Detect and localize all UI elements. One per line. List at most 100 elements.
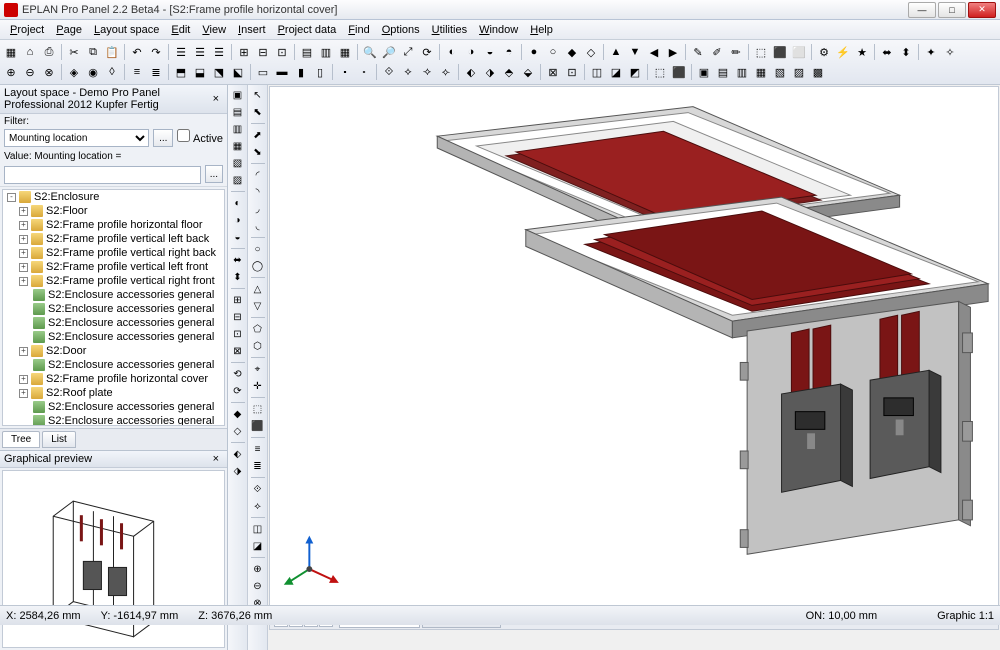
- toolbar-button[interactable]: ⤢: [399, 43, 417, 61]
- expand-icon[interactable]: +: [19, 263, 28, 272]
- vtool-button[interactable]: ⟳: [230, 383, 246, 399]
- menu-project-data[interactable]: Project data: [272, 22, 343, 38]
- vtool-button[interactable]: ◒: [230, 229, 246, 245]
- toolbar-button[interactable]: ⬓: [191, 63, 209, 81]
- toolbar-button[interactable]: ⬗: [481, 63, 499, 81]
- toolbar-button[interactable]: ▯: [311, 63, 329, 81]
- toolbar-button[interactable]: ⊞: [235, 43, 253, 61]
- 3d-viewport[interactable]: « ‹ › » S2:Frame pr... +EB3+EBM/6: [269, 86, 999, 630]
- value-input[interactable]: [4, 166, 201, 184]
- vtool-button[interactable]: ⬊: [250, 144, 266, 160]
- toolbar-button[interactable]: ⬖: [462, 63, 480, 81]
- toolbar-button[interactable]: ⚙: [815, 43, 833, 61]
- filter-active-checkbox[interactable]: Active: [177, 129, 223, 145]
- vtool-button[interactable]: ⌖: [250, 361, 266, 377]
- expand-icon[interactable]: +: [19, 235, 28, 244]
- vtool-button[interactable]: ▣: [230, 87, 246, 103]
- toolbar-button[interactable]: ≡: [128, 63, 146, 81]
- value-dots-button[interactable]: ...: [205, 165, 223, 183]
- tree-item[interactable]: +S2:Frame profile vertical left back: [19, 232, 224, 246]
- toolbar-button[interactable]: ⬍: [897, 43, 915, 61]
- toolbar-button[interactable]: ★: [853, 43, 871, 61]
- menu-find[interactable]: Find: [342, 22, 375, 38]
- toolbar-button[interactable]: ⟢: [418, 63, 436, 81]
- tree-item[interactable]: S2:Enclosure accessories general: [19, 414, 224, 426]
- toolbar-button[interactable]: ▦: [752, 63, 770, 81]
- vtool-button[interactable]: ⬈: [250, 127, 266, 143]
- toolbar-button[interactable]: ●: [525, 43, 543, 61]
- tree-item[interactable]: S2:Enclosure accessories general: [19, 330, 224, 344]
- vtool-button[interactable]: ▨: [230, 172, 246, 188]
- toolbar-button[interactable]: ✧: [941, 43, 959, 61]
- vtool-button[interactable]: ◆: [230, 406, 246, 422]
- toolbar-button[interactable]: ⬌: [878, 43, 896, 61]
- tree-item[interactable]: +S2:Frame profile vertical left front: [19, 260, 224, 274]
- vtool-button[interactable]: ⟲: [230, 366, 246, 382]
- vtool-button[interactable]: ⟡: [250, 498, 266, 514]
- toolbar-button[interactable]: ▬: [273, 63, 291, 81]
- toolbar-button[interactable]: ⊡: [273, 43, 291, 61]
- toolbar-button[interactable]: ☰: [191, 43, 209, 61]
- toolbar-button[interactable]: ⟣: [437, 63, 455, 81]
- toolbar-button[interactable]: ⟳: [418, 43, 436, 61]
- toolbar-button[interactable]: ⊠: [544, 63, 562, 81]
- vtool-button[interactable]: ◇: [230, 423, 246, 439]
- toolbar-button[interactable]: ⬛: [771, 43, 789, 61]
- menu-help[interactable]: Help: [524, 22, 559, 38]
- expand-icon[interactable]: -: [7, 193, 16, 202]
- tree-item[interactable]: S2:Enclosure accessories general: [19, 288, 224, 302]
- expand-icon[interactable]: +: [19, 207, 28, 216]
- tree-item[interactable]: +S2:Floor: [19, 204, 224, 218]
- toolbar-button[interactable]: ◓: [500, 43, 518, 61]
- toolbar-button[interactable]: ▤: [298, 43, 316, 61]
- toolbar-button[interactable]: ▨: [790, 63, 808, 81]
- toolbar-button[interactable]: ◀: [645, 43, 663, 61]
- toolbar-button[interactable]: ▥: [317, 43, 335, 61]
- toolbar-button[interactable]: ☰: [172, 43, 190, 61]
- vtool-button[interactable]: ⬌: [230, 252, 246, 268]
- toolbar-button[interactable]: ⬒: [172, 63, 190, 81]
- preview-close-icon[interactable]: ×: [209, 453, 223, 465]
- toolbar-button[interactable]: ▣: [695, 63, 713, 81]
- toolbar-button[interactable]: ⌂: [21, 43, 39, 61]
- vtool-button[interactable]: ▤: [230, 104, 246, 120]
- vtool-button[interactable]: ◫: [250, 521, 266, 537]
- toolbar-button[interactable]: ◊: [103, 63, 121, 81]
- toolbar-button[interactable]: 📋: [103, 43, 121, 61]
- filter-select[interactable]: Mounting location: [4, 129, 149, 147]
- toolbar-button[interactable]: ⧉: [84, 43, 102, 61]
- menu-insert[interactable]: Insert: [232, 22, 272, 38]
- toolbar-button[interactable]: ▧: [771, 63, 789, 81]
- toolbar-button[interactable]: ⬘: [500, 63, 518, 81]
- vtool-button[interactable]: ⟐: [250, 481, 266, 497]
- vtool-button[interactable]: ▦: [230, 138, 246, 154]
- toolbar-button[interactable]: ◪: [607, 63, 625, 81]
- tree-item[interactable]: +S2:Roof plate: [19, 386, 224, 400]
- vtool-button[interactable]: ◐: [230, 195, 246, 211]
- vtool-button[interactable]: ⊞: [230, 292, 246, 308]
- toolbar-button[interactable]: ⬚: [651, 63, 669, 81]
- toolbar-button[interactable]: ✐: [708, 43, 726, 61]
- toolbar-button[interactable]: ◑: [462, 43, 480, 61]
- expand-icon[interactable]: +: [19, 347, 28, 356]
- menu-options[interactable]: Options: [376, 22, 426, 38]
- expand-icon[interactable]: +: [19, 375, 28, 384]
- toolbar-button[interactable]: ✎: [689, 43, 707, 61]
- toolbar-button[interactable]: ▦: [336, 43, 354, 61]
- vtool-button[interactable]: ⊟: [230, 309, 246, 325]
- vtool-button[interactable]: ◑: [230, 212, 246, 228]
- vtool-button[interactable]: ≣: [250, 458, 266, 474]
- vtool-button[interactable]: ⊖: [250, 578, 266, 594]
- vtool-button[interactable]: ⊕: [250, 561, 266, 577]
- vtool-button[interactable]: ◞: [250, 201, 266, 217]
- menu-view[interactable]: View: [196, 22, 232, 38]
- menu-project[interactable]: Project: [4, 22, 50, 38]
- layout-tree[interactable]: -S2:Enclosure+S2:Floor+S2:Frame profile …: [2, 189, 225, 426]
- filter-dots-button[interactable]: ...: [153, 129, 173, 147]
- toolbar-button[interactable]: ⎙: [40, 43, 58, 61]
- maximize-button[interactable]: □: [938, 2, 966, 18]
- vtool-button[interactable]: ↖: [250, 87, 266, 103]
- toolbar-button[interactable]: ⬜: [790, 43, 808, 61]
- vtool-button[interactable]: ◟: [250, 218, 266, 234]
- toolbar-button[interactable]: ✦: [922, 43, 940, 61]
